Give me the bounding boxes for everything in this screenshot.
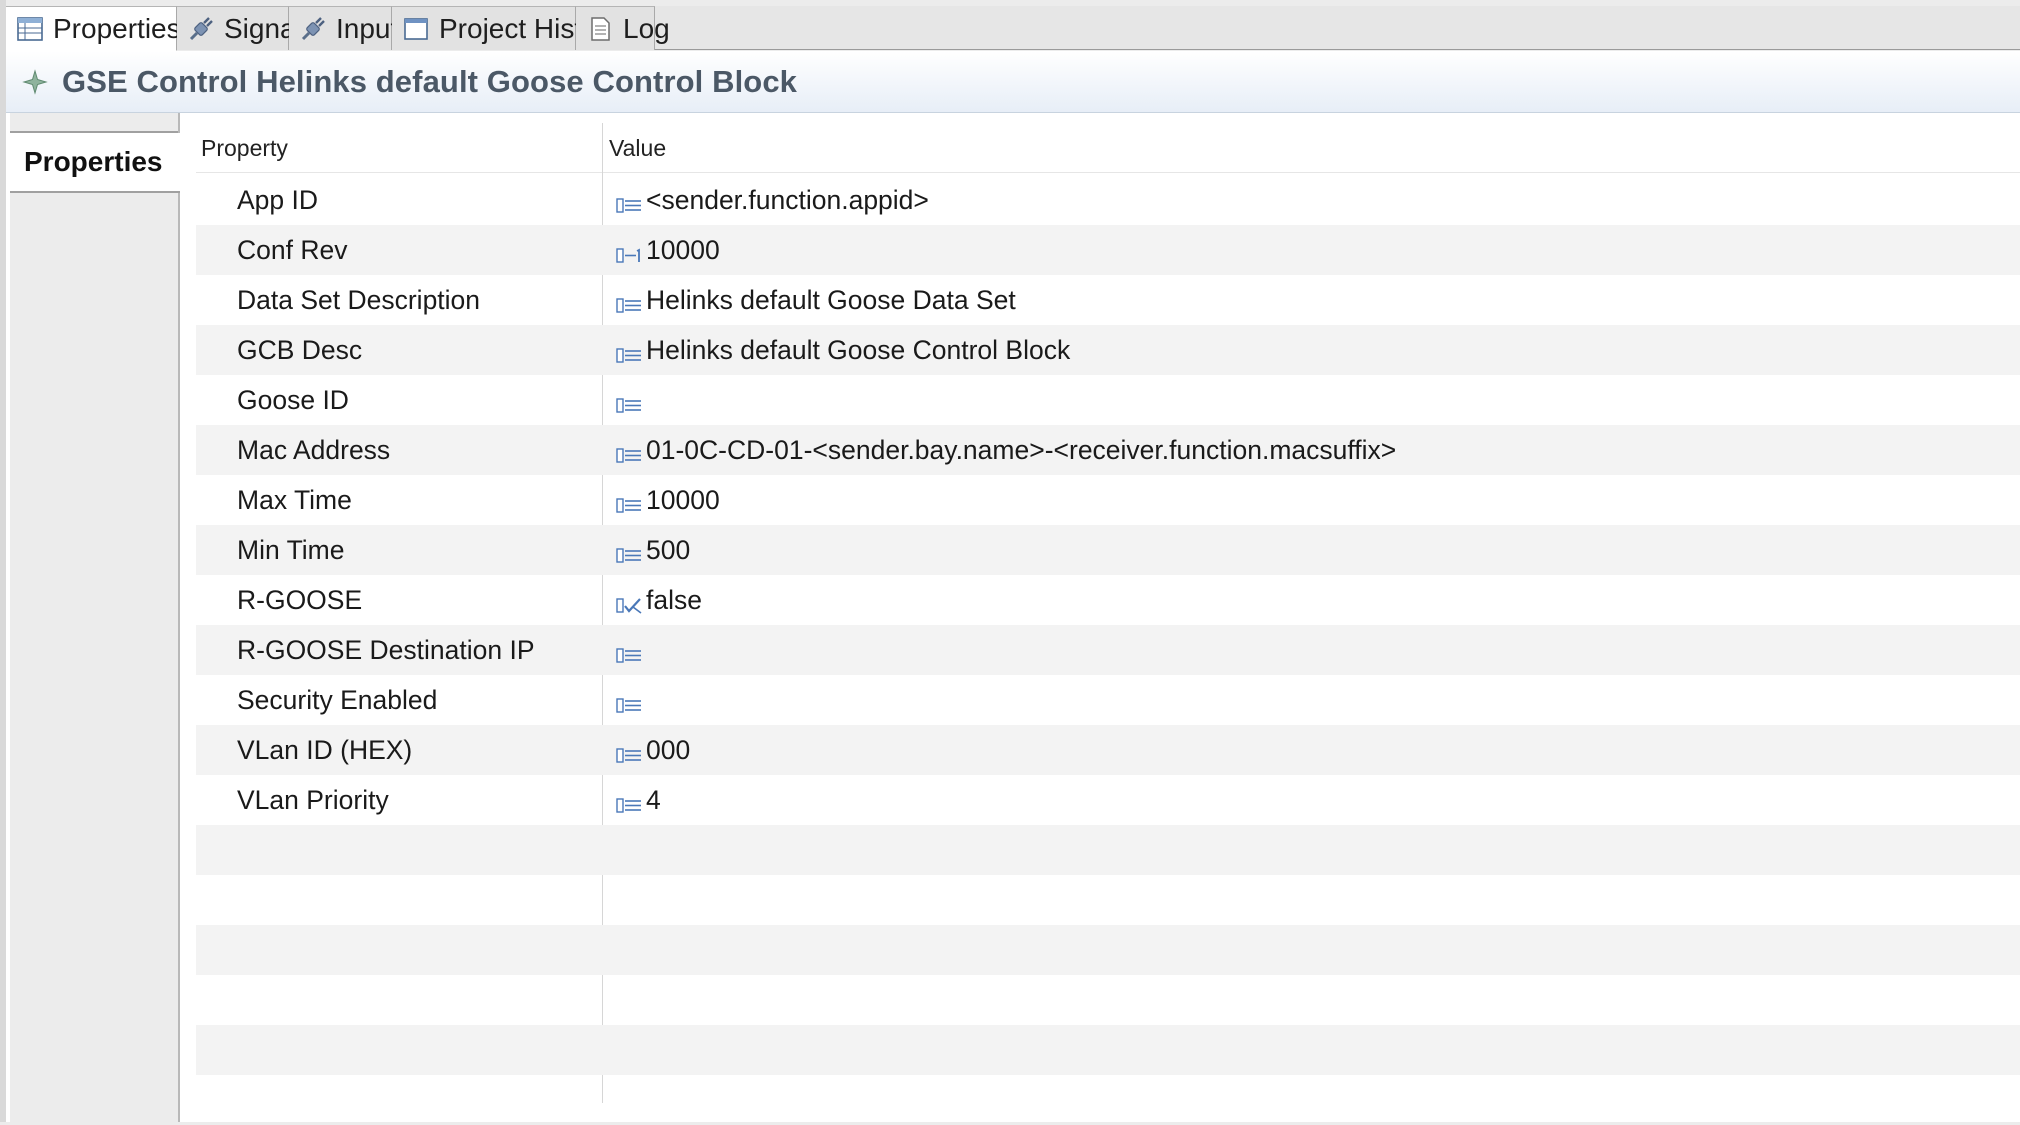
text-field-icon xyxy=(616,291,642,313)
table-row[interactable]: GCB Desc Helinks default Goose Control Bl… xyxy=(196,325,2020,375)
property-value-text: 10000 xyxy=(646,234,720,265)
text-field-icon xyxy=(616,391,642,413)
view-tab-bar: Properties Signals Inputs Project Histor… xyxy=(6,6,2020,51)
column-header-property[interactable]: Property xyxy=(201,123,288,173)
property-value-cell[interactable]: 4 xyxy=(616,775,661,825)
table-row[interactable]: Mac Address 01-0C-CD-01-<sender.bay.name>… xyxy=(196,425,2020,475)
properties-view: GSE Control Helinks default Goose Contro… xyxy=(6,51,2020,1122)
tab-log[interactable]: Log xyxy=(576,6,670,50)
property-value-cell[interactable]: 10000 xyxy=(616,225,720,275)
table-icon xyxy=(17,16,43,41)
section-tab-top-divider xyxy=(10,113,178,133)
table-body: App ID <sender.function.appid> Conf Rev 100… xyxy=(196,175,2020,1125)
section-tab-list: Properties xyxy=(10,113,180,1122)
property-value-cell[interactable]: 500 xyxy=(616,525,690,575)
section-tab-properties[interactable]: Properties xyxy=(10,133,180,193)
empty-table-row xyxy=(196,825,2020,875)
table-row[interactable]: VLan Priority 4 xyxy=(196,775,2020,825)
property-value-cell[interactable]: 000 xyxy=(616,725,690,775)
property-value-cell[interactable] xyxy=(616,375,646,425)
text-field-icon xyxy=(616,441,642,463)
text-field-icon xyxy=(616,741,642,763)
table-row[interactable]: Max Time 10000 xyxy=(196,475,2020,525)
property-name-cell: VLan ID (HEX) xyxy=(237,734,413,765)
table-row[interactable]: R-GOOSE false xyxy=(196,575,2020,625)
property-value-text: 4 xyxy=(646,784,661,815)
property-name-cell: R-GOOSE xyxy=(237,584,363,615)
property-table: Property Value App ID <sender.function.ap… xyxy=(196,113,2020,1122)
text-field-icon xyxy=(616,691,642,713)
boolean-field-icon xyxy=(616,591,642,614)
text-field-icon xyxy=(616,191,642,213)
table-row[interactable]: Data Set Description Helinks default Goos… xyxy=(196,275,2020,325)
property-name-cell: Security Enabled xyxy=(237,684,438,715)
property-value-cell[interactable]: false xyxy=(616,575,702,625)
property-name-cell: Min Time xyxy=(237,534,345,565)
number-field-icon xyxy=(616,241,642,263)
property-value-cell[interactable]: 01-0C-CD-01-<sender.bay.name>-<receiver.… xyxy=(616,425,1396,475)
text-field-icon xyxy=(616,491,642,513)
property-value-cell[interactable] xyxy=(616,675,646,725)
tab-log-label: Log xyxy=(623,12,670,44)
plug-icon xyxy=(301,16,325,40)
property-value-cell[interactable] xyxy=(616,625,646,675)
tab-signals[interactable]: Signals xyxy=(177,6,316,50)
column-header-value[interactable]: Value xyxy=(609,123,666,173)
property-value-text: 000 xyxy=(646,734,691,765)
window-icon xyxy=(404,17,428,40)
text-field-icon xyxy=(616,341,642,363)
property-value-cell[interactable]: Helinks default Goose Control Block xyxy=(616,325,1070,375)
tab-inputs[interactable]: Inputs xyxy=(289,6,412,50)
property-name-cell: App ID xyxy=(237,184,319,215)
table-row[interactable]: VLan ID (HEX) 000 xyxy=(196,725,2020,775)
property-name-cell: VLan Priority xyxy=(237,784,389,815)
property-name-cell: Conf Rev xyxy=(237,234,348,265)
element-icon xyxy=(22,68,48,95)
property-value-cell[interactable]: Helinks default Goose Data Set xyxy=(616,275,1016,325)
property-value-text: 10000 xyxy=(646,484,720,515)
property-name-cell: GCB Desc xyxy=(237,334,363,365)
element-title-bar: GSE Control Helinks default Goose Contro… xyxy=(6,51,2020,113)
text-field-icon xyxy=(616,641,642,663)
table-row[interactable]: Conf Rev 10000 xyxy=(196,225,2020,275)
property-name-cell: Data Set Description xyxy=(237,284,481,315)
empty-table-row xyxy=(196,925,2020,975)
property-name-cell: Goose ID xyxy=(237,384,349,415)
table-header: Property Value xyxy=(196,123,2020,173)
property-value-text: false xyxy=(646,584,702,615)
property-value-text: 500 xyxy=(646,534,691,565)
empty-table-row xyxy=(196,1025,2020,1075)
empty-table-row xyxy=(196,875,2020,925)
tab-properties-label: Properties xyxy=(53,12,181,44)
table-row[interactable]: R-GOOSE Destination IP xyxy=(196,625,2020,675)
property-name-cell: Mac Address xyxy=(237,434,391,465)
property-value-text: Helinks default Goose Control Block xyxy=(646,334,1071,365)
table-row[interactable]: App ID <sender.function.appid> xyxy=(196,175,2020,225)
table-row[interactable]: Security Enabled xyxy=(196,675,2020,725)
table-row[interactable]: Min Time 500 xyxy=(196,525,2020,575)
property-value-text: <sender.function.appid> xyxy=(646,184,929,215)
empty-table-row xyxy=(196,975,2020,1025)
tab-properties[interactable]: Properties xyxy=(6,6,181,51)
property-value-text: Helinks default Goose Data Set xyxy=(646,284,1016,315)
document-icon xyxy=(591,16,610,41)
text-field-icon xyxy=(616,541,642,563)
property-value-text: 01-0C-CD-01-<sender.bay.name>-<receiver.… xyxy=(646,434,1397,465)
plug-icon xyxy=(189,16,213,40)
property-value-cell[interactable]: 10000 xyxy=(616,475,720,525)
tab-project-history[interactable]: Project History xyxy=(392,6,621,50)
property-value-cell[interactable]: <sender.function.appid> xyxy=(616,175,929,225)
property-name-cell: Max Time xyxy=(237,484,352,515)
section-tab-properties-label: Properties xyxy=(24,146,163,177)
text-field-icon xyxy=(616,791,642,813)
table-row[interactable]: Goose ID xyxy=(196,375,2020,425)
page-title: GSE Control Helinks default Goose Contro… xyxy=(62,63,798,99)
empty-table-row xyxy=(196,1075,2020,1125)
property-name-cell: R-GOOSE Destination IP xyxy=(237,634,535,665)
